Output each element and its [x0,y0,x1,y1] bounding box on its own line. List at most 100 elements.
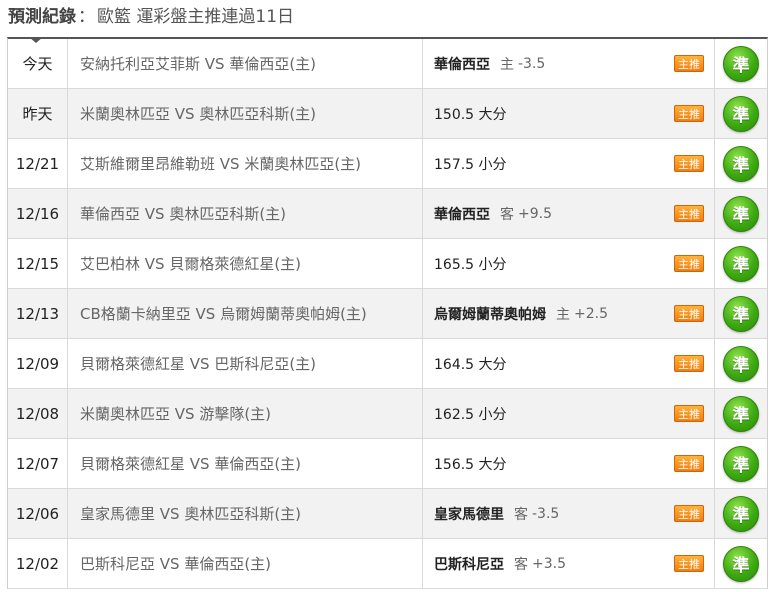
row-date: 12/08 [8,389,68,438]
main-pick-badge: 主推 [674,55,704,72]
pick-side: 主 [500,56,514,73]
table-row: 12/09 貝爾格萊德紅星 VS 巴斯科尼亞(主) 164.5 大分 主推 準 [8,339,767,389]
row-match[interactable]: 米蘭奧林匹亞 VS 游擊隊(主) [68,389,423,438]
pick-total: 150.5 大分 [434,106,507,123]
row-result: 準 [715,239,767,288]
page-title: 預測紀錄：歐籃 運彩盤主推連過11日 [8,4,294,30]
title-label: 預測紀錄 [8,7,76,27]
tab-pointer-icon [29,37,43,43]
row-result: 準 [715,89,767,138]
main-pick-badge: 主推 [674,405,704,422]
row-result: 準 [715,139,767,188]
row-match[interactable]: 貝爾格萊德紅星 VS 華倫西亞(主) [68,439,423,488]
pick-total: 165.5 小分 [434,256,507,273]
pick-line: +2.5 [574,305,608,322]
result-correct-icon[interactable]: 準 [723,345,759,382]
row-result: 準 [715,289,767,338]
row-result: 準 [715,189,767,238]
row-date: 12/07 [8,439,68,488]
pick-team: 華倫西亞 [434,56,490,73]
pick-total: 157.5 小分 [434,156,507,173]
result-correct-icon[interactable]: 準 [723,545,759,582]
row-pick: 165.5 小分 主推 [423,239,715,288]
row-date: 12/06 [8,489,68,538]
row-pick: 皇家馬德里客 -3.5 主推 [423,489,715,538]
main-pick-badge: 主推 [674,505,704,522]
table-row: 12/08 米蘭奧林匹亞 VS 游擊隊(主) 162.5 小分 主推 準 [8,389,767,439]
row-match[interactable]: 華倫西亞 VS 奧林匹亞科斯(主) [68,189,423,238]
pick-line: -3.5 [532,505,560,522]
row-result: 準 [715,489,767,538]
pick-side: 客 [500,206,514,223]
pick-side: 主 [556,306,570,323]
row-result: 準 [715,389,767,438]
result-correct-icon[interactable]: 準 [723,395,759,432]
prediction-table: 今天 安納托利亞艾菲斯 VS 華倫西亞(主) 華倫西亞主 -3.5 主推準昨天 米蘭奧林匹… [7,37,768,589]
row-result: 準 [715,539,767,588]
table-row: 12/15 艾巴柏林 VS 貝爾格萊德紅星(主) 165.5 小分 主推 準 [8,239,767,289]
pick-team: 烏爾姆蘭蒂奧帕姆 [434,306,546,323]
result-correct-icon[interactable]: 準 [723,195,759,232]
row-pick: 巴斯科尼亞客 +3.5 主推 [423,539,715,588]
result-correct-icon[interactable]: 準 [723,445,759,482]
row-pick: 華倫西亞主 -3.5 主推 [423,39,715,88]
result-correct-icon[interactable]: 準 [723,295,759,332]
table-row: 今天 安納托利亞艾菲斯 VS 華倫西亞(主) 華倫西亞主 -3.5 主推 準 [8,39,767,89]
row-date: 12/15 [8,239,68,288]
pick-side: 客 [514,556,528,573]
row-pick: 157.5 小分 主推 [423,139,715,188]
row-match[interactable]: 米蘭奧林匹亞 VS 奧林匹亞科斯(主) [68,89,423,138]
row-date: 12/02 [8,539,68,588]
pick-line: +3.5 [532,555,566,572]
main-pick-badge: 主推 [674,305,704,322]
row-match[interactable]: 艾巴柏林 VS 貝爾格萊德紅星(主) [68,239,423,288]
row-date: 12/16 [8,189,68,238]
main-pick-badge: 主推 [674,255,704,272]
result-correct-icon[interactable]: 準 [723,95,759,132]
table-row: 昨天 米蘭奧林匹亞 VS 奧林匹亞科斯(主) 150.5 大分 主推 準 [8,89,767,139]
row-pick: 華倫西亞客 +9.5 主推 [423,189,715,238]
pick-team: 巴斯科尼亞 [434,556,504,573]
title-separator: ： [78,7,95,27]
main-pick-badge: 主推 [674,205,704,222]
table-row: 12/02 巴斯科尼亞 VS 華倫西亞(主) 巴斯科尼亞客 +3.5 主推 準 [8,539,767,589]
row-result: 準 [715,439,767,488]
row-result: 準 [715,39,767,88]
row-date: 12/09 [8,339,68,388]
pick-total: 162.5 小分 [434,406,507,423]
row-pick: 150.5 大分 主推 [423,89,715,138]
table-row: 12/21 艾斯維爾里昂維勒班 VS 米蘭奧林匹亞(主) 157.5 小分 主推 準 [8,139,767,189]
main-pick-badge: 主推 [674,355,704,372]
main-pick-badge: 主推 [674,105,704,122]
pick-total: 164.5 大分 [434,356,507,373]
row-match[interactable]: 巴斯科尼亞 VS 華倫西亞(主) [68,539,423,588]
row-date: 今天 [8,39,68,88]
table-row: 12/06 皇家馬德里 VS 奧林匹亞科斯(主) 皇家馬德里客 -3.5 主推 準 [8,489,767,539]
pick-side: 客 [514,506,528,523]
row-pick: 烏爾姆蘭蒂奧帕姆主 +2.5 主推 [423,289,715,338]
pick-line: +9.5 [518,205,552,222]
row-match[interactable]: 貝爾格萊德紅星 VS 巴斯科尼亞(主) [68,339,423,388]
main-pick-badge: 主推 [674,455,704,472]
table-row: 12/13 CB格蘭卡納里亞 VS 烏爾姆蘭蒂奧帕姆(主) 烏爾姆蘭蒂奧帕姆主 +2.… [8,289,767,339]
row-match[interactable]: CB格蘭卡納里亞 VS 烏爾姆蘭蒂奧帕姆(主) [68,289,423,338]
table-row: 12/16 華倫西亞 VS 奧林匹亞科斯(主) 華倫西亞客 +9.5 主推 準 [8,189,767,239]
row-match[interactable]: 安納托利亞艾菲斯 VS 華倫西亞(主) [68,39,423,88]
row-pick: 164.5 大分 主推 [423,339,715,388]
result-correct-icon[interactable]: 準 [723,245,759,282]
row-match[interactable]: 皇家馬德里 VS 奧林匹亞科斯(主) [68,489,423,538]
row-pick: 156.5 大分 主推 [423,439,715,488]
main-pick-badge: 主推 [674,155,704,172]
result-correct-icon[interactable]: 準 [723,45,759,82]
result-correct-icon[interactable]: 準 [723,495,759,532]
row-match[interactable]: 艾斯維爾里昂維勒班 VS 米蘭奧林匹亞(主) [68,139,423,188]
prediction-rows: 今天 安納托利亞艾菲斯 VS 華倫西亞(主) 華倫西亞主 -3.5 主推準昨天 米蘭奧林匹… [8,39,767,589]
pick-total: 156.5 大分 [434,456,507,473]
pick-team: 皇家馬德里 [434,506,504,523]
result-correct-icon[interactable]: 準 [723,145,759,182]
row-pick: 162.5 小分 主推 [423,389,715,438]
row-date: 12/21 [8,139,68,188]
table-row: 12/07 貝爾格萊德紅星 VS 華倫西亞(主) 156.5 大分 主推 準 [8,439,767,489]
pick-team: 華倫西亞 [434,206,490,223]
main-pick-badge: 主推 [674,555,704,572]
